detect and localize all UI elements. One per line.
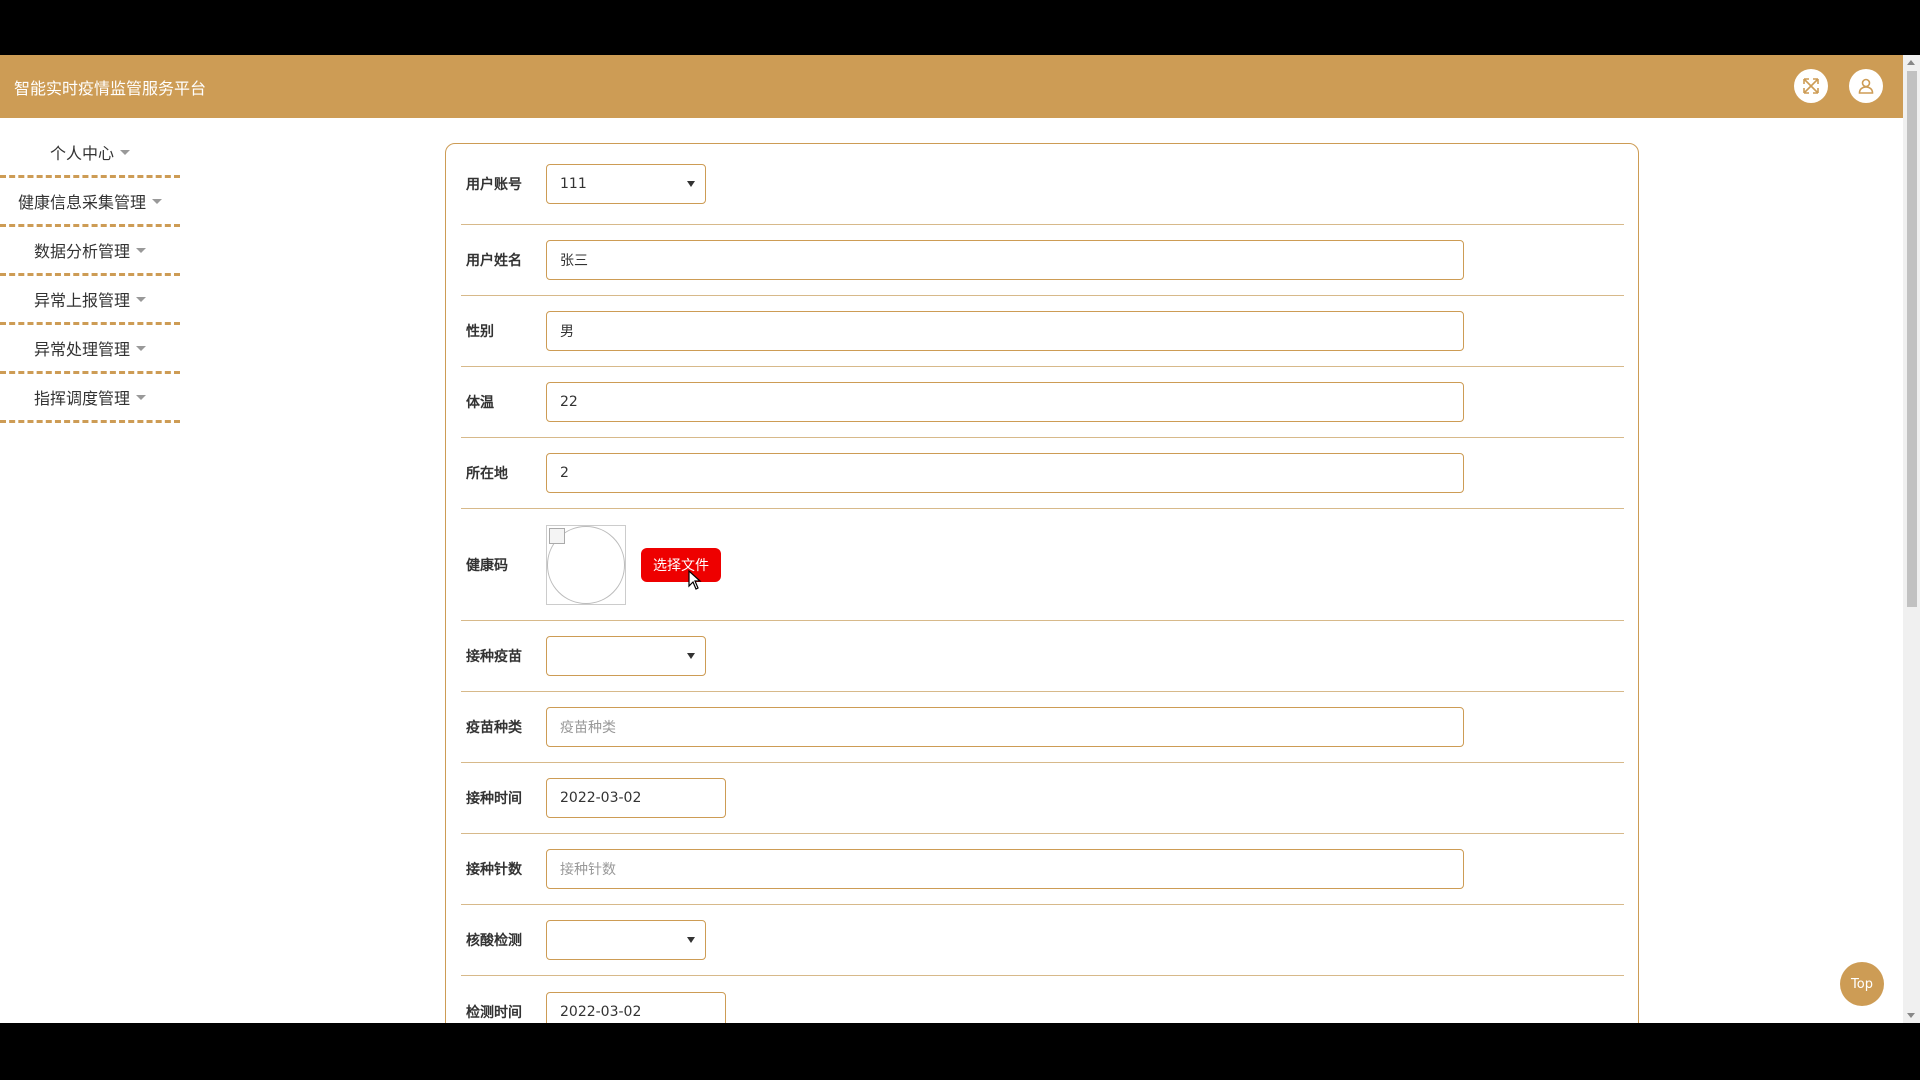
- sidebar-item-health-info[interactable]: 健康信息采集管理: [0, 178, 180, 227]
- location-input[interactable]: 2: [546, 453, 1464, 493]
- caret-down-icon: [152, 198, 162, 204]
- chevron-down-icon: [687, 653, 695, 659]
- form-row-name: 用户姓名 张三: [461, 225, 1624, 296]
- form-row-test-date: 检测时间 2022-03-02: [461, 976, 1624, 1023]
- caret-down-icon: [136, 345, 146, 351]
- form-row-vaccine-date: 接种时间 2022-03-02: [461, 763, 1624, 834]
- health-code-preview: [546, 524, 626, 605]
- form-row-account: 用户账号 111: [461, 144, 1624, 225]
- back-to-top-button[interactable]: Top: [1840, 962, 1884, 1006]
- scroll-down-icon[interactable]: [1907, 1013, 1915, 1018]
- field-label: 接种时间: [466, 791, 522, 807]
- fullscreen-button[interactable]: [1794, 69, 1828, 103]
- user-button[interactable]: [1849, 69, 1883, 103]
- sidebar-item-data-analysis[interactable]: 数据分析管理: [0, 227, 180, 276]
- sidebar-item-label: 异常上报管理: [33, 291, 130, 310]
- scroll-up-icon[interactable]: [1907, 60, 1915, 65]
- sidebar-item-personal-center[interactable]: 个人中心: [0, 129, 180, 178]
- sidebar-item-command-dispatch[interactable]: 指挥调度管理: [0, 374, 180, 423]
- input-placeholder: 接种针数: [560, 862, 616, 878]
- field-label: 健康码: [466, 557, 508, 574]
- account-select[interactable]: 111: [546, 164, 706, 204]
- sidebar-menu: 个人中心 健康信息采集管理 数据分析管理 异常上报管理 异常处理管理 指挥调度管…: [0, 129, 180, 423]
- form-row-location: 所在地 2: [461, 438, 1624, 509]
- form-row-health-code: 健康码 选择文件: [461, 509, 1624, 621]
- user-icon: [1858, 78, 1874, 94]
- field-label: 用户姓名: [466, 253, 522, 269]
- form-row-nucleic-test: 核酸检测: [461, 905, 1624, 976]
- top-bar: 智能实时疫情监管服务平台: [0, 55, 1903, 118]
- form-row-vaccinated: 接种疫苗: [461, 621, 1624, 692]
- app-screen: 智能实时疫情监管服务平台 个人中心 健康信息采集管理 数据分析管理 异常上报管理…: [0, 55, 1920, 1023]
- sidebar-item-label: 指挥调度管理: [33, 389, 130, 408]
- expand-icon: [1803, 78, 1819, 94]
- form-row-vaccine-type: 疫苗种类 疫苗种类: [461, 692, 1624, 763]
- field-label: 体温: [466, 395, 494, 411]
- sidebar-item-label: 数据分析管理: [33, 242, 130, 261]
- field-label: 接种疫苗: [466, 649, 522, 665]
- input-placeholder: 疫苗种类: [560, 720, 616, 736]
- sidebar-item-anomaly-handling[interactable]: 异常处理管理: [0, 325, 180, 374]
- form-row-gender: 性别 男: [461, 296, 1624, 367]
- temperature-input[interactable]: 22: [546, 382, 1464, 422]
- field-label: 检测时间: [466, 1004, 522, 1021]
- chevron-down-icon: [687, 181, 695, 187]
- page-scrollbar[interactable]: [1903, 55, 1920, 1023]
- sidebar-item-label: 异常处理管理: [33, 340, 130, 359]
- sidebar-item-anomaly-report[interactable]: 异常上报管理: [0, 276, 180, 325]
- select-value: 111: [560, 176, 587, 192]
- caret-down-icon: [120, 149, 130, 155]
- chevron-down-icon: [687, 937, 695, 943]
- app-title: 智能实时疫情监管服务平台: [14, 79, 207, 98]
- test-date-input[interactable]: 2022-03-02: [546, 991, 726, 1023]
- form-row-temperature: 体温 22: [461, 367, 1624, 438]
- vaccine-type-input[interactable]: 疫苗种类: [546, 707, 1464, 747]
- scroll-thumb[interactable]: [1907, 71, 1917, 607]
- broken-image-icon: [549, 527, 565, 544]
- gender-input[interactable]: 男: [546, 311, 1464, 351]
- caret-down-icon: [136, 296, 146, 302]
- vaccine-date-input[interactable]: 2022-03-02: [546, 778, 726, 818]
- vaccinated-select[interactable]: [546, 636, 706, 676]
- sidebar-item-label: 个人中心: [49, 144, 114, 163]
- edit-form: 用户账号 111 用户姓名 张三 性别 男 体温 22 所在地 2 健康码 选择…: [445, 143, 1639, 1023]
- choose-file-button[interactable]: 选择文件: [641, 547, 721, 582]
- nucleic-test-select[interactable]: [546, 920, 706, 960]
- field-label: 疫苗种类: [466, 720, 522, 736]
- field-label: 所在地: [466, 466, 508, 482]
- mouse-cursor-icon: [688, 570, 702, 590]
- caret-down-icon: [136, 394, 146, 400]
- name-input[interactable]: 张三: [546, 240, 1464, 280]
- caret-down-icon: [136, 247, 146, 253]
- field-label: 性别: [466, 324, 494, 340]
- sidebar-item-label: 健康信息采集管理: [17, 193, 146, 212]
- doses-input[interactable]: 接种针数: [546, 849, 1464, 889]
- field-label: 接种针数: [466, 862, 522, 878]
- form-row-doses: 接种针数 接种针数: [461, 834, 1624, 905]
- field-label: 核酸检测: [466, 933, 522, 949]
- field-label: 用户账号: [466, 177, 522, 193]
